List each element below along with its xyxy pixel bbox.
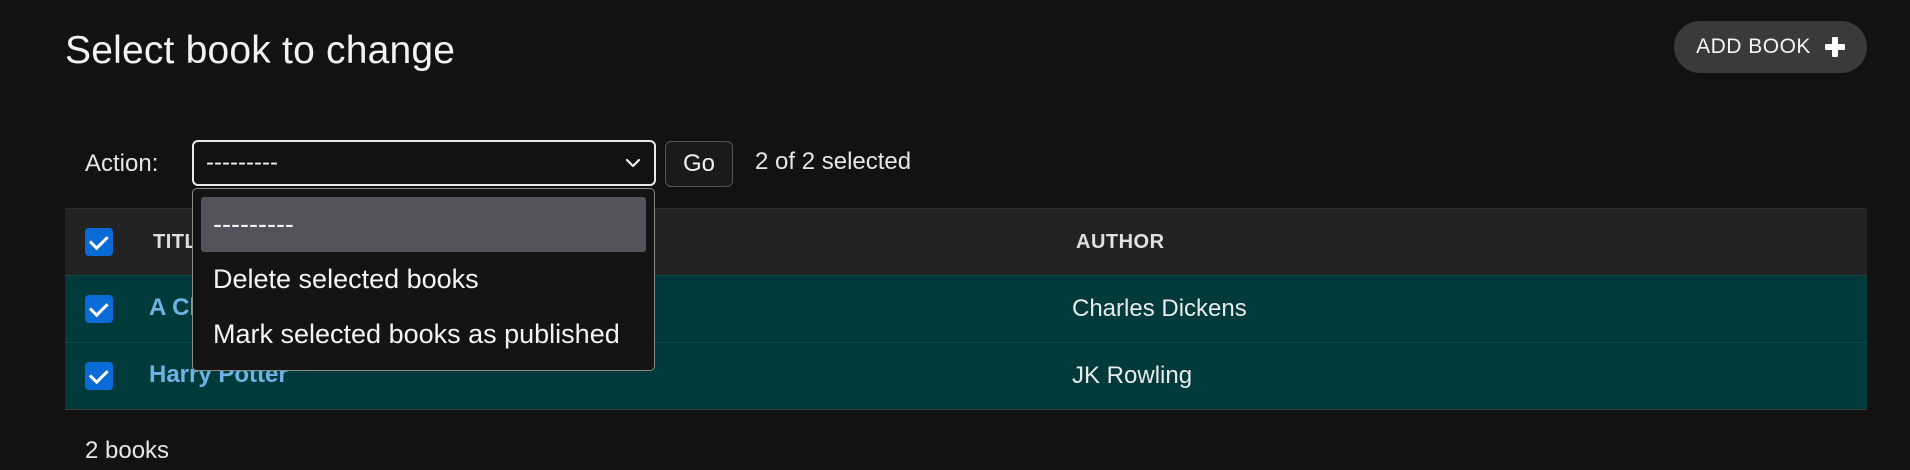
result-count: 2 books xyxy=(85,437,170,464)
selection-counter: 2 of 2 selected xyxy=(755,148,912,175)
go-button[interactable]: Go xyxy=(665,141,733,187)
check-icon xyxy=(88,363,109,384)
row-checkbox[interactable] xyxy=(85,362,113,390)
book-author: JK Rowling xyxy=(1072,362,1193,389)
book-author: Charles Dickens xyxy=(1072,295,1247,322)
check-icon xyxy=(88,229,109,250)
dropdown-option-blank[interactable]: --------- xyxy=(201,197,646,252)
add-book-label: ADD BOOK xyxy=(1696,35,1811,58)
action-select[interactable]: --------- xyxy=(192,140,656,186)
column-header-author[interactable]: AUTHOR xyxy=(1076,231,1165,254)
check-icon xyxy=(88,296,109,317)
plus-icon xyxy=(1824,37,1845,57)
add-book-button[interactable]: ADD BOOK xyxy=(1674,21,1867,73)
chevron-down-icon xyxy=(625,158,641,168)
dropdown-option-mark-published[interactable]: Mark selected books as published xyxy=(201,307,646,362)
row-checkbox[interactable] xyxy=(85,295,113,323)
select-all-checkbox[interactable] xyxy=(85,228,113,256)
action-dropdown-menu: --------- Delete selected books Mark sel… xyxy=(192,188,655,371)
action-label: Action: xyxy=(85,150,159,177)
page-title: Select book to change xyxy=(65,29,456,72)
dropdown-option-delete[interactable]: Delete selected books xyxy=(201,252,646,307)
action-select-value: --------- xyxy=(206,149,278,176)
table-divider xyxy=(65,409,1867,410)
